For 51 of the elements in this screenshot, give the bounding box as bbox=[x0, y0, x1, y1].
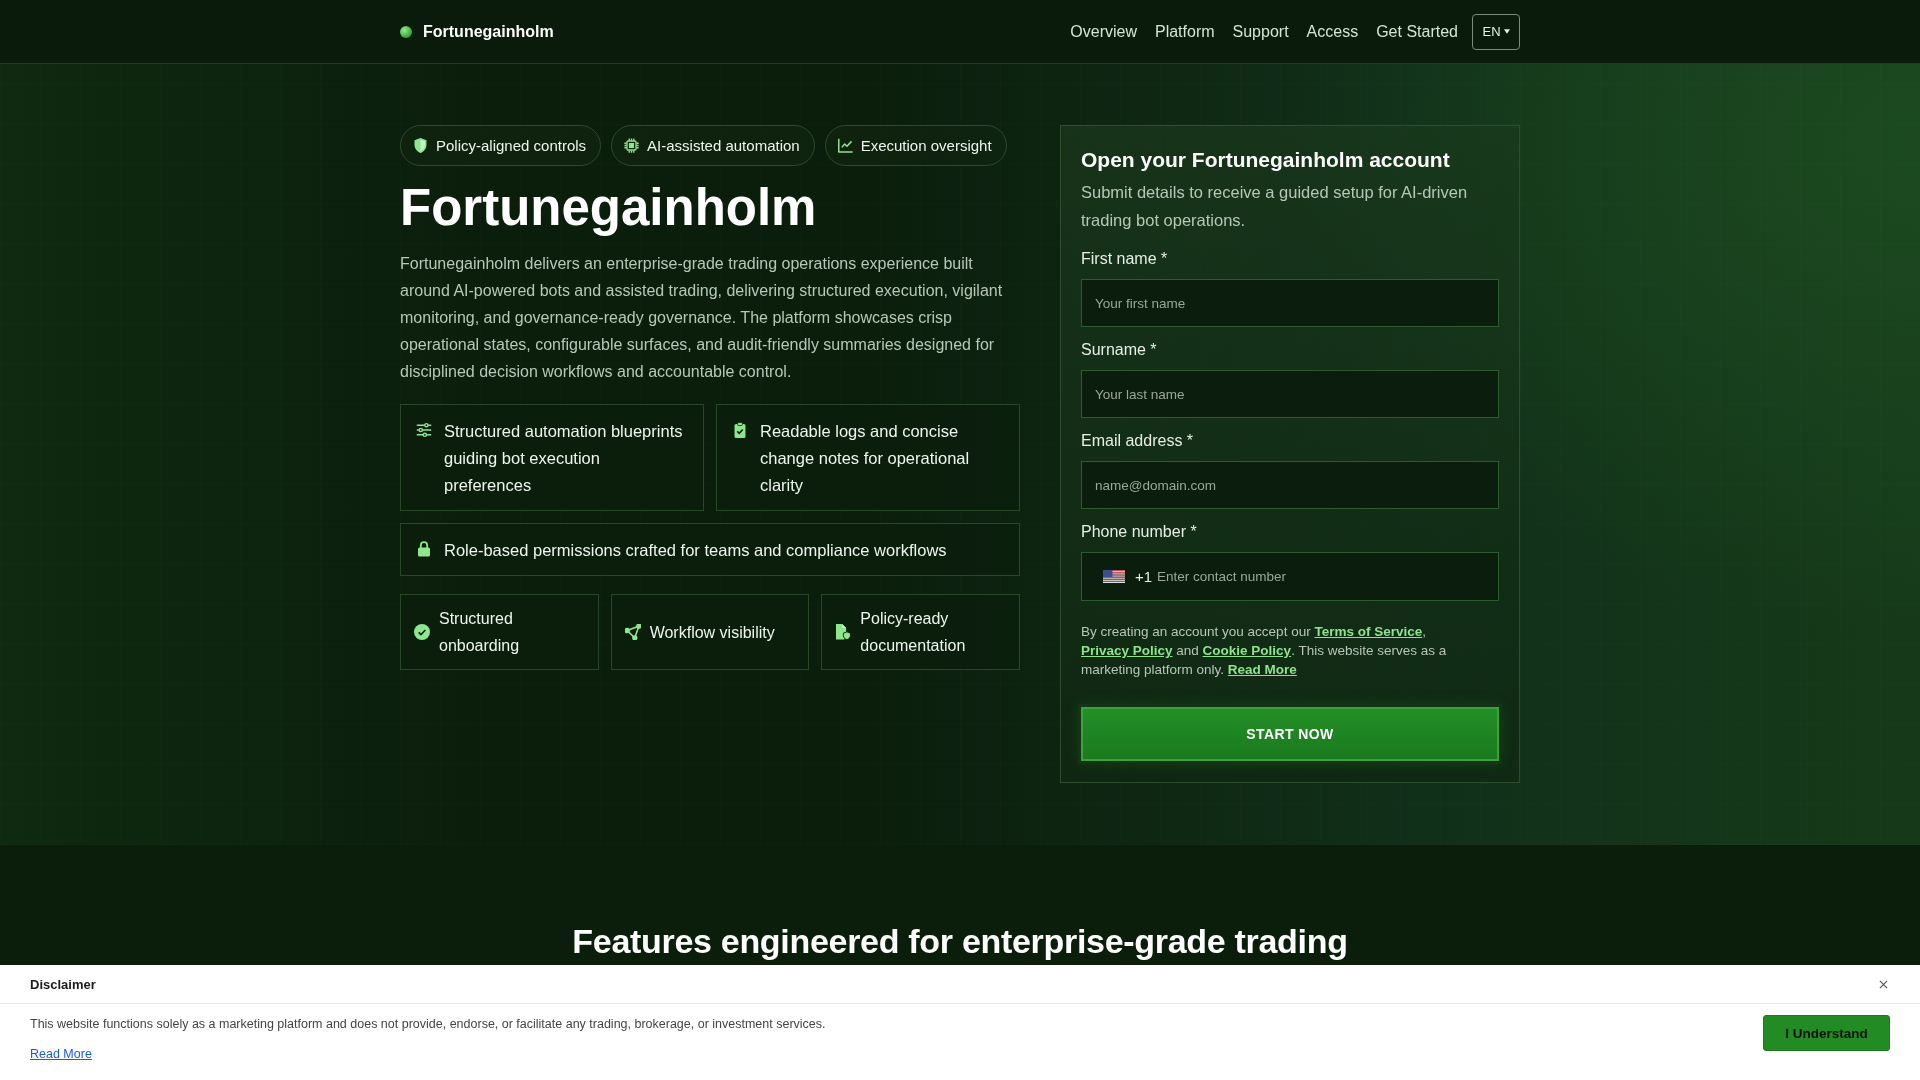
logo-dot-icon bbox=[400, 25, 412, 38]
close-icon[interactable] bbox=[1879, 979, 1888, 989]
email-input[interactable]: name@domain.com bbox=[1081, 461, 1499, 509]
understand-button[interactable]: I Understand bbox=[1763, 1015, 1890, 1051]
highlight-label: AI-assisted automation bbox=[647, 137, 800, 154]
hero-description: Fortunegainholm delivers an enterprise-grade trading operations experience built around AI-powered bots and assisted trading, delivering structured execution, vigilant monitoring, and governance-ready governance. The platform showcases crisp operational states, configurable surfaces, and audit-friendly summaries designed for disciplined decision workflows and accountable control. bbox=[400, 254, 1004, 382]
line-chart-icon bbox=[837, 138, 853, 153]
feature-text: Readable logs and concise change notes for operational clarity bbox=[760, 421, 971, 496]
start-now-button[interactable]: START NOW bbox=[1081, 707, 1499, 761]
brand-logo[interactable]: Fortunegainholm bbox=[423, 22, 554, 41]
nav-link[interactable]: Access bbox=[1306, 22, 1359, 41]
sliders-icon bbox=[416, 422, 432, 438]
lock-icon bbox=[416, 541, 432, 557]
feature-text: Role-based permissions crafted for teams and compliance workflows bbox=[444, 540, 947, 561]
read-more-link[interactable]: Read More bbox=[1227, 662, 1297, 677]
nav-link[interactable]: Overview bbox=[1070, 22, 1137, 41]
consent-text: By creating an account you accept our Terms of Service, Privacy Policy and Cookie Policy. This website serves as a marketing platform only. Read More bbox=[1081, 623, 1448, 679]
check-circle-icon bbox=[414, 624, 430, 640]
form-title: Open your Fortunegainholm account bbox=[1081, 147, 1451, 173]
nav-link[interactable]: Platform bbox=[1154, 22, 1215, 41]
feature-text: Structured automation blueprints guiding bot execution preferences bbox=[444, 421, 684, 496]
highlight-label: Execution oversight bbox=[860, 137, 992, 154]
nav-link[interactable]: Get Started bbox=[1376, 22, 1458, 41]
field-label: Phone number * bbox=[1081, 522, 1198, 542]
file-shield-icon bbox=[835, 624, 852, 640]
flag-icon bbox=[1103, 570, 1125, 583]
clipboard-check-icon bbox=[732, 422, 748, 438]
first-name-input[interactable]: Your first name bbox=[1081, 279, 1499, 327]
cookie-policy-link[interactable]: Cookie Policy bbox=[1202, 643, 1292, 658]
shield-icon bbox=[413, 138, 428, 153]
field-label: Surname * bbox=[1081, 340, 1158, 360]
highlight-label: Policy-aligned controls bbox=[436, 137, 587, 154]
caret-icon bbox=[1503, 29, 1510, 34]
disclaimer-text: This website functions solely as a marketing platform and does not provide, endorse, or facilitate any trading, brokerage, or investment services. bbox=[30, 1016, 826, 1033]
hero-title: Fortunegainholm bbox=[400, 178, 818, 238]
nodes-icon bbox=[624, 624, 641, 640]
dial-code: +1 bbox=[1135, 568, 1153, 585]
chip-icon bbox=[624, 138, 640, 153]
benefit-text: Structured onboarding bbox=[439, 609, 521, 656]
section-heading: Features engineered for enterprise-grade trading bbox=[571, 921, 1349, 961]
surname-input[interactable]: Your last name bbox=[1081, 370, 1499, 418]
field-label: First name * bbox=[1081, 249, 1169, 269]
privacy-policy-link[interactable]: Privacy Policy bbox=[1081, 643, 1173, 658]
nav-link[interactable]: Support bbox=[1232, 22, 1289, 41]
read-more-link[interactable]: Read More bbox=[30, 1045, 92, 1063]
disclaimer-title: Disclaimer bbox=[30, 976, 96, 992]
benefit-text: Policy-ready documentation bbox=[860, 609, 967, 656]
benefit-text: Workflow visibility bbox=[649, 622, 775, 643]
language-button[interactable]: EN bbox=[1472, 13, 1520, 50]
field-label: Email address * bbox=[1081, 431, 1195, 451]
form-subtitle: Submit details to receive a guided setup for AI-driven trading bot operations. bbox=[1081, 182, 1469, 231]
